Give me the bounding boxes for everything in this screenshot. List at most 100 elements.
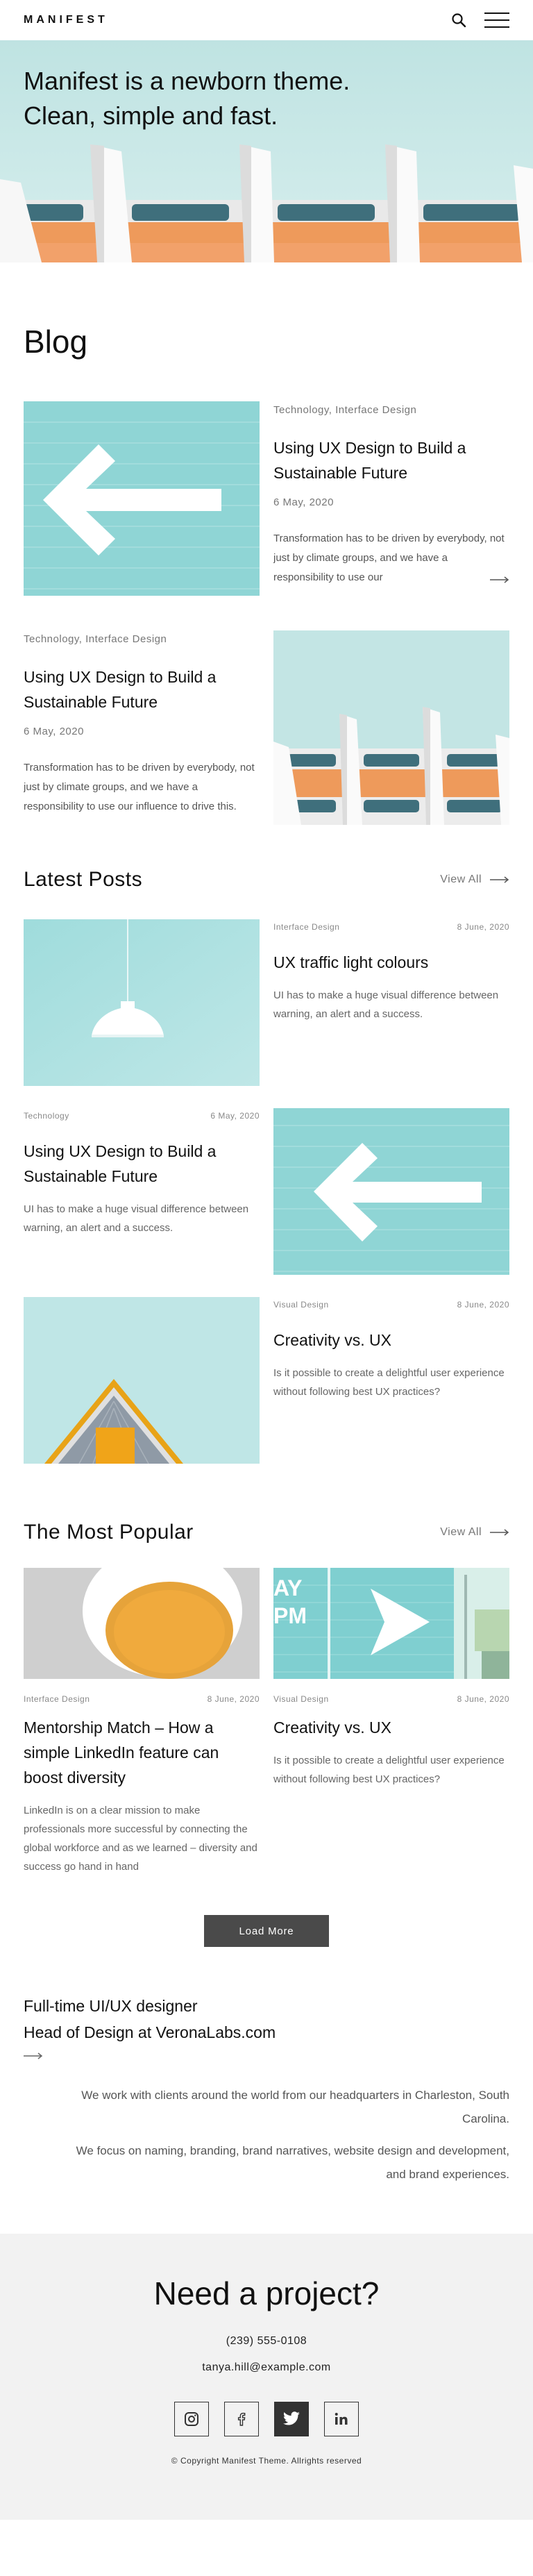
about-company[interactable]: Head of Design at VeronaLabs.com <box>24 2019 509 2046</box>
blog-card-image[interactable] <box>273 630 509 825</box>
view-all-link[interactable]: View All <box>440 873 509 886</box>
hero-title-line-2: Clean, simple and fast. <box>24 101 278 130</box>
latest-posts-section: Latest Posts View All Interface Design 8… <box>0 868 533 1464</box>
footer-phone[interactable]: (239) 555-0108 <box>24 2335 509 2348</box>
view-all-label: View All <box>440 1526 482 1538</box>
blog-card-categories[interactable]: Technology, Interface Design <box>24 633 260 645</box>
post-card-date: 8 June, 2020 <box>207 1694 260 1704</box>
most-popular-section: The Most Popular View All Interface Desi <box>0 1521 533 1876</box>
post-card[interactable]: Technology 6 May, 2020 Using UX Design t… <box>0 1108 533 1275</box>
post-card-excerpt: UI has to make a huge visual difference … <box>273 989 499 1020</box>
post-card[interactable]: AY PM Visual Design 8 June, 2020 Creativ… <box>273 1568 509 1876</box>
image-sign-text: PM <box>273 1603 307 1628</box>
twitter-icon[interactable] <box>274 2402 309 2436</box>
latest-posts-title: Latest Posts <box>24 868 143 891</box>
post-card-meta: Technology 6 May, 2020 <box>24 1111 260 1121</box>
blog-card-text: Technology, Interface Design Using UX De… <box>273 401 509 596</box>
post-card-excerpt: Is it possible to create a delightful us… <box>273 1755 505 1785</box>
post-card-excerpt: UI has to make a huge visual difference … <box>24 1203 249 1234</box>
post-card[interactable]: Visual Design 8 June, 2020 Creativity vs… <box>0 1297 533 1464</box>
post-card-meta: Visual Design 8 June, 2020 <box>273 1300 509 1310</box>
facebook-icon[interactable] <box>224 2402 259 2436</box>
post-card-title[interactable]: UX traffic light colours <box>273 950 509 975</box>
arrow-right-icon <box>490 876 509 883</box>
blog-card-title[interactable]: Using UX Design to Build a Sustainable F… <box>24 664 260 714</box>
post-card-category[interactable]: Interface Design <box>273 922 339 932</box>
post-card-image[interactable] <box>24 1297 260 1464</box>
most-popular-grid: Interface Design 8 June, 2020 Mentorship… <box>0 1568 533 1876</box>
view-all-link[interactable]: View All <box>440 1526 509 1539</box>
blog-card-title[interactable]: Using UX Design to Build a Sustainable F… <box>273 435 509 485</box>
site-logo[interactable]: MANIFEST <box>24 14 108 26</box>
post-card-title[interactable]: Mentorship Match – How a simple LinkedIn… <box>24 1715 260 1790</box>
arrow-right-icon[interactable] <box>24 2052 43 2059</box>
blog-card-excerpt-text: Transformation has to be driven by every… <box>24 762 255 812</box>
about-section: Full-time UI/UX designer Head of Design … <box>0 1993 533 2186</box>
post-card-date: 6 May, 2020 <box>210 1111 260 1121</box>
blog-card-categories[interactable]: Technology, Interface Design <box>273 404 509 416</box>
post-card-title[interactable]: Creativity vs. UX <box>273 1328 509 1353</box>
linkedin-icon[interactable] <box>324 2402 359 2436</box>
header-icons <box>451 11 509 29</box>
blog-title: Blog <box>24 324 88 360</box>
blog-card-excerpt: Transformation has to be driven by every… <box>24 758 260 817</box>
post-card-image[interactable] <box>24 1568 260 1679</box>
post-card-meta: Visual Design 8 June, 2020 <box>273 1694 509 1704</box>
hero: Manifest is a newborn theme. Clean, simp… <box>0 40 533 262</box>
page: MANIFEST Manifest is a newborn theme. Cl… <box>0 0 533 2520</box>
blog-card[interactable]: Technology, Interface Design Using UX De… <box>24 401 509 596</box>
post-card-category[interactable]: Technology <box>24 1111 69 1121</box>
about-role: Full-time UI/UX designer <box>24 1997 198 2015</box>
post-card-image[interactable]: AY PM <box>273 1568 509 1679</box>
post-card[interactable]: Interface Design 8 June, 2020 UX traffic… <box>0 919 533 1086</box>
hero-title-line-1: Manifest is a newborn theme. <box>24 67 350 95</box>
blog-card-text: Technology, Interface Design Using UX De… <box>24 630 260 825</box>
post-card-text: Interface Design 8 June, 2020 UX traffic… <box>273 919 509 1086</box>
hero-title: Manifest is a newborn theme. Clean, simp… <box>24 64 468 133</box>
load-more-wrapper: Load More <box>0 1915 533 1947</box>
post-card-meta: Interface Design 8 June, 2020 <box>24 1694 260 1704</box>
instagram-icon[interactable] <box>174 2402 209 2436</box>
post-card-excerpt: Is it possible to create a delightful us… <box>273 1367 505 1398</box>
about-paragraph: We work with clients around the world fr… <box>81 2089 509 2125</box>
post-card-image[interactable] <box>273 1108 509 1275</box>
blog-card[interactable]: Technology, Interface Design Using UX De… <box>24 630 509 825</box>
blog-card-excerpt: Transformation has to be driven by every… <box>273 529 509 587</box>
blog-section: Blog Technology, Interface Design Using … <box>0 321 533 825</box>
about-description: We work with clients around the world fr… <box>24 2084 509 2186</box>
arrow-right-icon[interactable] <box>482 576 509 583</box>
post-card-date: 8 June, 2020 <box>457 922 509 932</box>
arrow-right-icon <box>490 1529 509 1536</box>
menu-icon[interactable] <box>484 11 509 29</box>
blog-card-image[interactable] <box>24 401 260 596</box>
footer-title: Need a project? <box>153 2275 380 2311</box>
blog-card-excerpt-text: Transformation has to be driven by every… <box>273 533 505 583</box>
post-card-meta: Interface Design 8 June, 2020 <box>273 922 509 932</box>
blog-card-date: 6 May, 2020 <box>24 726 84 737</box>
social-links <box>24 2402 509 2436</box>
most-popular-header: The Most Popular View All <box>0 1521 533 1544</box>
blog-heading: Blog <box>24 321 509 362</box>
site-footer: Need a project? (239) 555-0108 tanya.hil… <box>0 2234 533 2520</box>
post-card-category[interactable]: Interface Design <box>24 1694 90 1704</box>
post-card-date: 8 June, 2020 <box>457 1300 509 1310</box>
about-paragraph: We focus on naming, branding, brand narr… <box>76 2144 509 2181</box>
search-icon[interactable] <box>451 12 466 28</box>
copyright-text: © Copyright Manifest Theme. Allrights re… <box>171 2456 362 2466</box>
post-card-text: Technology 6 May, 2020 Using UX Design t… <box>24 1108 260 1275</box>
post-card[interactable]: Interface Design 8 June, 2020 Mentorship… <box>24 1568 260 1876</box>
post-card-date: 8 June, 2020 <box>457 1694 509 1704</box>
load-more-button[interactable]: Load More <box>204 1915 329 1947</box>
latest-posts-header: Latest Posts View All <box>0 868 533 892</box>
post-card-category[interactable]: Visual Design <box>273 1694 329 1704</box>
post-card-category[interactable]: Visual Design <box>273 1300 329 1310</box>
post-card-image[interactable] <box>24 919 260 1086</box>
most-popular-title: The Most Popular <box>24 1521 194 1544</box>
blog-card-date: 6 May, 2020 <box>273 496 334 508</box>
view-all-label: View All <box>440 873 482 885</box>
post-card-text: Visual Design 8 June, 2020 Creativity vs… <box>273 1297 509 1464</box>
post-card-title[interactable]: Using UX Design to Build a Sustainable F… <box>24 1139 260 1189</box>
post-card-excerpt: LinkedIn is on a clear mission to make p… <box>24 1805 257 1873</box>
post-card-title[interactable]: Creativity vs. UX <box>273 1715 509 1740</box>
footer-email[interactable]: tanya.hill@example.com <box>24 2361 509 2374</box>
